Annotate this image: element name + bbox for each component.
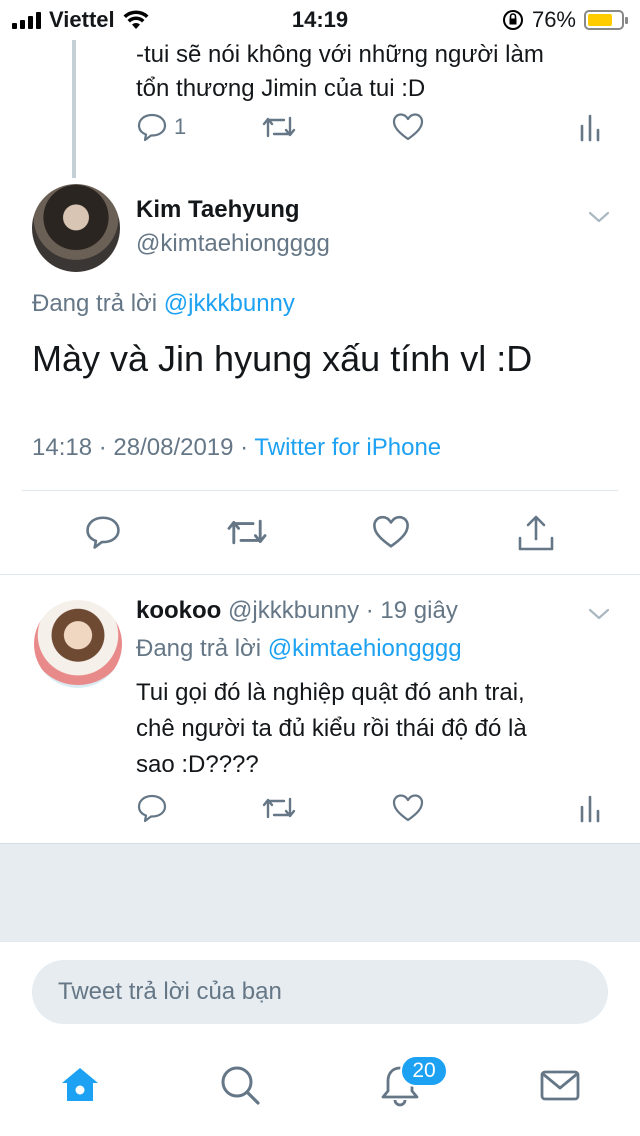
- reply-tweet-text: Tui gọi đó là nghiệp quật đó anh trai, c…: [136, 679, 527, 778]
- reply-compose-bar: [0, 941, 640, 1041]
- analytics-icon: [580, 795, 600, 823]
- analytics-icon: [580, 114, 600, 142]
- retweet-action[interactable]: [262, 793, 296, 823]
- retweet-icon: [227, 519, 267, 545]
- reply-icon: [137, 794, 167, 823]
- previous-tweet-text: -tui sẽ nói không với những người làm tổ…: [136, 41, 544, 102]
- status-right: 76%: [502, 7, 628, 33]
- tweet-timestamp: 14:18 · 28/08/2019 ·: [32, 434, 249, 461]
- heart-icon: [392, 794, 424, 822]
- like-action[interactable]: [392, 793, 424, 823]
- retweet-action[interactable]: [262, 112, 296, 142]
- analytics-action[interactable]: [578, 793, 602, 823]
- retweet-button[interactable]: [226, 514, 268, 550]
- status-bar: Viettel 14:19 76%: [0, 0, 640, 40]
- mention-link[interactable]: @jkkkbunny: [164, 290, 295, 317]
- thread-connector-line: [72, 30, 76, 178]
- tweet-source-link[interactable]: Twitter for iPhone: [254, 434, 441, 461]
- home-icon[interactable]: [58, 1063, 102, 1107]
- chevron-down-icon[interactable]: [588, 206, 610, 228]
- battery-icon: [584, 10, 628, 30]
- like-button[interactable]: [372, 514, 410, 550]
- search-icon[interactable]: [218, 1063, 262, 1107]
- share-icon: [518, 515, 554, 551]
- heart-icon: [373, 515, 409, 548]
- author-handle[interactable]: @kimtaehiongggg: [136, 230, 330, 258]
- chevron-down-icon[interactable]: [588, 603, 610, 625]
- reply-author: kookoo @jkkkbunny · 19 giây: [136, 597, 458, 625]
- reply-action[interactable]: 1: [136, 112, 186, 142]
- replying-to: Đang trả lời @kimtaehiongggg: [136, 635, 462, 662]
- tweet-metadata: 14:18 · 28/08/2019 · Twitter for iPhone: [32, 434, 441, 462]
- previous-tweet[interactable]: -tui sẽ nói không với những người làm tổ…: [0, 30, 640, 180]
- tweet-text: Mày và Jin hyung xấu tính vl :D: [32, 338, 533, 379]
- empty-timeline-area: [0, 843, 640, 941]
- author-name[interactable]: Kim Taehyung: [136, 196, 300, 224]
- tab-bar: [0, 1041, 640, 1136]
- divider: [22, 490, 618, 491]
- reply-icon: [137, 113, 167, 142]
- analytics-action[interactable]: [578, 112, 602, 142]
- heart-icon: [392, 113, 424, 141]
- like-action[interactable]: [392, 112, 424, 142]
- retweet-icon: [262, 797, 296, 819]
- orientation-lock-icon: [502, 10, 523, 30]
- reply-button[interactable]: [84, 514, 122, 550]
- share-button[interactable]: [516, 514, 556, 552]
- reply-count: 1: [174, 114, 187, 139]
- avatar[interactable]: [34, 600, 122, 688]
- notification-badge: 20: [400, 1055, 448, 1087]
- messages-icon[interactable]: [538, 1063, 582, 1107]
- reply-author-handle-time: @jkkkbunny · 19 giây: [228, 597, 458, 624]
- retweet-icon: [262, 116, 296, 138]
- reply-input[interactable]: [32, 960, 608, 1024]
- reply-action[interactable]: [136, 793, 168, 823]
- reply-author-name[interactable]: kookoo: [136, 597, 221, 624]
- reply-icon: [86, 516, 120, 549]
- avatar[interactable]: [32, 184, 120, 272]
- mention-link[interactable]: @kimtaehiongggg: [268, 635, 462, 662]
- battery-percent: 76%: [531, 7, 576, 32]
- focused-tweet: Kim Taehyung @kimtaehiongggg Đang trả lờ…: [0, 180, 640, 575]
- replying-to: Đang trả lời @jkkkbunny: [32, 290, 295, 317]
